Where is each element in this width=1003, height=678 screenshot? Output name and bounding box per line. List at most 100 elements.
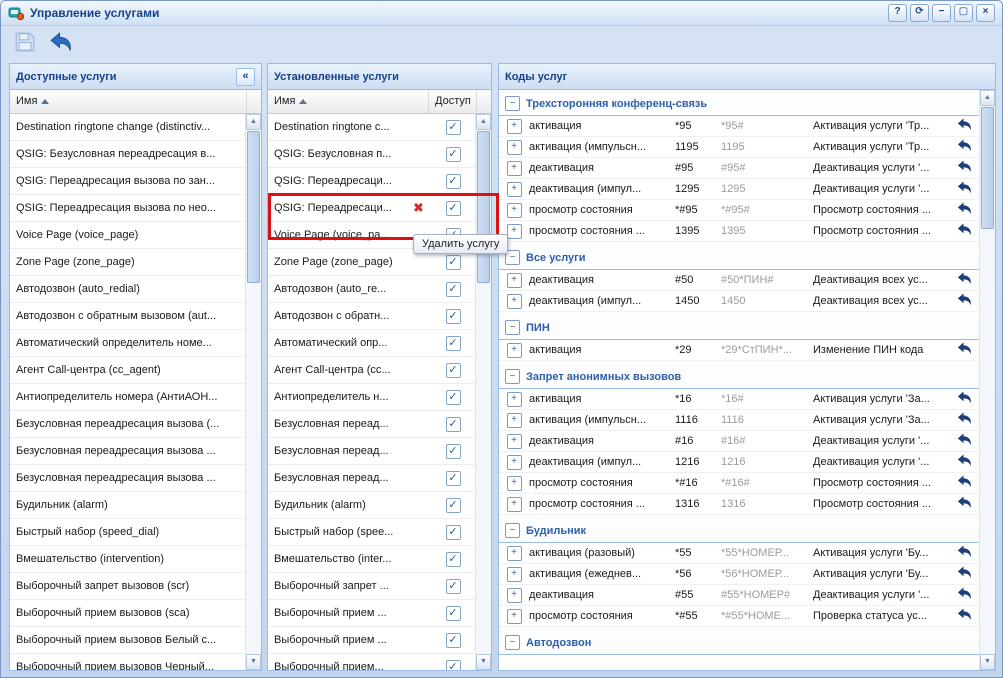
installed-service-row[interactable]: Агент Call-центра (cc... ✖ ✓ [268,357,475,384]
access-checkbox[interactable]: ✓ [446,606,461,621]
access-checkbox[interactable]: ✓ [446,498,461,513]
maximize-button[interactable]: ▢ [954,4,973,22]
available-service-row[interactable]: Voice Page (voice_page) [10,222,245,249]
expand-row-icon[interactable]: + [507,497,522,512]
available-service-row[interactable]: QSIG: Переадресация вызова по зан... [10,168,245,195]
reset-code-button[interactable] [949,293,979,309]
scroll-up-icon[interactable]: ▲ [246,114,261,130]
column-header-access[interactable]: Доступ [429,90,477,113]
reset-code-button[interactable] [949,454,979,470]
expand-row-icon[interactable]: + [507,273,522,288]
reset-code-button[interactable] [949,608,979,624]
code-row[interactable]: + активация (ежеднев... *56 *56*НОМЕР...… [499,564,979,585]
reset-code-button[interactable] [949,587,979,603]
installed-service-row[interactable]: Автодозвон с обратн... ✖ ✓ [268,303,475,330]
access-checkbox[interactable]: ✓ [446,147,461,162]
installed-service-row[interactable]: Быстрый набор (spee... ✖ ✓ [268,519,475,546]
access-checkbox[interactable]: ✓ [446,471,461,486]
reset-code-button[interactable] [949,391,979,407]
installed-service-row[interactable]: Антиопределитель н... ✖ ✓ [268,384,475,411]
access-checkbox[interactable]: ✓ [446,417,461,432]
expand-row-icon[interactable]: + [507,161,522,176]
code-row[interactable]: + активация *95 *95# Активация услуги 'Т… [499,116,979,137]
available-service-row[interactable]: Выборочный прием вызовов (sca) [10,600,245,627]
code-row[interactable]: + активация (разовый) *55 *55*НОМЕР... А… [499,543,979,564]
reset-code-button[interactable] [949,202,979,218]
reset-code-button[interactable] [949,160,979,176]
available-service-row[interactable]: Destination ringtone change (distinctiv.… [10,114,245,141]
installed-service-row[interactable]: Безусловная переад... ✖ ✓ [268,465,475,492]
installed-service-row[interactable]: Безусловная переад... ✖ ✓ [268,438,475,465]
code-row[interactable]: + деактивация #16 #16# Деактивация услуг… [499,431,979,452]
code-row[interactable]: + деактивация #95 #95# Деактивация услуг… [499,158,979,179]
expand-row-icon[interactable]: + [507,294,522,309]
expand-row-icon[interactable]: + [507,203,522,218]
expand-row-icon[interactable]: + [507,434,522,449]
available-service-row[interactable]: Автодозвон с обратным вызовом (aut... [10,303,245,330]
reset-code-button[interactable] [949,545,979,561]
reset-code-button[interactable] [949,412,979,428]
scroll-thumb[interactable] [477,131,490,283]
code-row[interactable]: + активация (импульсн... 1116 1116 Актив… [499,410,979,431]
code-row[interactable]: + деактивация #50 #50*ПИН# Деактивация в… [499,270,979,291]
column-header-name[interactable]: Имя [10,90,247,113]
undo-button[interactable] [49,31,73,55]
collapse-group-icon[interactable]: − [505,523,520,538]
reset-code-button[interactable] [949,223,979,239]
reset-code-button[interactable] [949,475,979,491]
installed-service-row[interactable]: Безусловная переад... ✖ ✓ [268,411,475,438]
code-row[interactable]: + просмотр состояния *#16 *#16# Просмотр… [499,473,979,494]
code-row[interactable]: + деактивация (импул... 1295 1295 Деакти… [499,179,979,200]
code-group-header[interactable]: − Трехсторонняя конференц-связь [499,92,979,116]
installed-service-row[interactable]: Вмешательство (inter... ✖ ✓ [268,546,475,573]
collapse-panel-button[interactable]: « [236,68,255,86]
scroll-thumb[interactable] [247,131,260,283]
available-service-row[interactable]: Агент Call-центра (cc_agent) [10,357,245,384]
available-service-row[interactable]: Будильник (alarm) [10,492,245,519]
installed-service-row[interactable]: Автоматический опр... ✖ ✓ [268,330,475,357]
collapse-group-icon[interactable]: − [505,635,520,650]
expand-row-icon[interactable]: + [507,455,522,470]
available-service-row[interactable]: Вмешательство (intervention) [10,546,245,573]
available-service-row[interactable]: QSIG: Переадресация вызова по нео... [10,195,245,222]
installed-service-row[interactable]: QSIG: Переадресаци... ✖ ✓ [268,168,475,195]
access-checkbox[interactable]: ✓ [446,282,461,297]
access-checkbox[interactable]: ✓ [446,633,461,648]
access-checkbox[interactable]: ✓ [446,201,461,216]
refresh-button[interactable]: ⟳ [910,4,929,22]
access-checkbox[interactable]: ✓ [446,552,461,567]
code-row[interactable]: + активация *29 *29*СтПИН*... Изменение … [499,340,979,361]
available-service-row[interactable]: Выборочный прием вызовов Черный... [10,654,245,670]
expand-row-icon[interactable]: + [507,392,522,407]
access-checkbox[interactable]: ✓ [446,363,461,378]
delete-service-icon[interactable]: ✖ [413,195,424,221]
expand-row-icon[interactable]: + [507,224,522,239]
available-service-row[interactable]: Быстрый набор (speed_dial) [10,519,245,546]
scroll-up-icon[interactable]: ▲ [476,114,491,130]
access-checkbox[interactable]: ✓ [446,525,461,540]
reset-code-button[interactable] [949,433,979,449]
installed-service-row[interactable]: Автодозвон (auto_re... ✖ ✓ [268,276,475,303]
available-service-row[interactable]: Zone Page (zone_page) [10,249,245,276]
installed-service-row[interactable]: Destination ringtone c... ✖ ✓ [268,114,475,141]
save-button[interactable] [13,31,37,55]
available-service-row[interactable]: Выборочный прием вызовов Белый с... [10,627,245,654]
installed-service-row[interactable]: QSIG: Переадресаци... ✖ ✓ [268,195,475,222]
available-service-row[interactable]: QSIG: Безусловная переадресация в... [10,141,245,168]
scroll-up-icon[interactable]: ▲ [980,90,995,106]
expand-row-icon[interactable]: + [507,567,522,582]
access-checkbox[interactable]: ✓ [446,120,461,135]
available-service-row[interactable]: Автоматический определитель номе... [10,330,245,357]
installed-scrollbar[interactable]: ▲ ▼ [475,114,491,670]
code-row[interactable]: + активация *16 *16# Активация услуги 'З… [499,389,979,410]
access-checkbox[interactable]: ✓ [446,390,461,405]
reset-code-button[interactable] [949,566,979,582]
installed-service-row[interactable]: Выборочный прием ... ✖ ✓ [268,627,475,654]
code-row[interactable]: + просмотр состояния *#55 *#55*НОМЕ... П… [499,606,979,627]
collapse-group-icon[interactable]: − [505,369,520,384]
available-service-row[interactable]: Выборочный запрет вызовов (scr) [10,573,245,600]
available-scrollbar[interactable]: ▲ ▼ [245,114,261,670]
close-button[interactable]: × [976,4,995,22]
scroll-down-icon[interactable]: ▼ [476,654,491,670]
expand-row-icon[interactable]: + [507,140,522,155]
